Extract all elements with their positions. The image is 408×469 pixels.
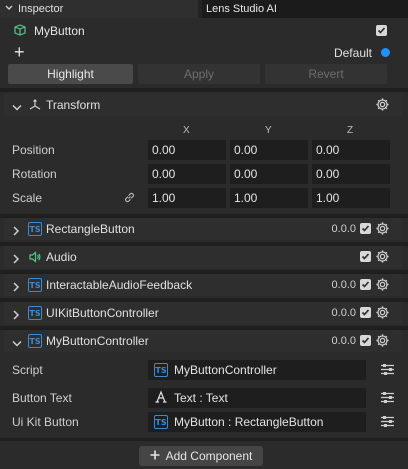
scene-object-icon	[14, 23, 26, 39]
ui-kit-button-field[interactable]: TS MyButton : RectangleButton	[148, 412, 366, 432]
gear-icon[interactable]	[375, 97, 390, 115]
ui-kit-button-label: Ui Kit Button	[12, 415, 79, 429]
chevron-right-icon[interactable]	[12, 225, 20, 239]
chevron-right-icon[interactable]	[12, 281, 20, 295]
component-enabled-checkbox[interactable]	[360, 223, 371, 234]
chevron-down-icon[interactable]	[12, 337, 22, 351]
tab-lens-studio-ai[interactable]: Lens Studio AI	[202, 0, 408, 18]
ts-script-icon: TS	[154, 363, 168, 377]
axis-z-label: Z	[347, 125, 354, 136]
scale-label: Scale	[12, 191, 43, 205]
rotation-label: Rotation	[12, 167, 57, 181]
script-field[interactable]: TS MyButtonController	[148, 360, 366, 380]
chevron-right-icon[interactable]	[12, 253, 20, 267]
ts-script-icon: TS	[154, 415, 168, 429]
ts-script-icon: TS	[28, 222, 42, 236]
object-header: MyButton	[0, 20, 408, 42]
script-value: MyButtonController	[174, 363, 277, 377]
rotation-z-field[interactable]: 0.00	[312, 164, 390, 184]
layer-label[interactable]: Default	[334, 46, 372, 60]
ts-script-icon: TS	[28, 334, 42, 348]
object-name[interactable]: MyButton	[34, 24, 85, 38]
component-header-audio[interactable]: Audio	[4, 246, 402, 268]
axis-x-label: X	[183, 125, 190, 136]
gear-icon[interactable]	[375, 333, 390, 351]
component-enabled-checkbox[interactable]	[360, 279, 371, 290]
component-header-interactableaudiofeedback[interactable]: TS InteractableAudioFeedback 0.0.0	[4, 274, 402, 296]
tab-inspector[interactable]: Inspector	[0, 0, 198, 18]
transform-title: Transform	[46, 98, 101, 112]
component-title: RectangleButton	[46, 222, 135, 236]
component-header-uikitbuttoncontroller[interactable]: TS UIKitButtonController 0.0.0	[4, 302, 402, 324]
rotation-y-field[interactable]: 0.00	[230, 164, 308, 184]
component-header-mybuttoncontroller[interactable]: TS MyButtonController 0.0.0	[4, 330, 402, 352]
speaker-icon	[28, 250, 42, 267]
scale-y-field[interactable]: 1.00	[230, 188, 308, 208]
field-options-icon[interactable]	[381, 364, 394, 378]
gear-icon[interactable]	[375, 221, 390, 239]
component-enabled-checkbox[interactable]	[360, 307, 371, 318]
object-enabled-checkbox[interactable]	[376, 25, 387, 36]
script-label: Script	[12, 363, 43, 377]
component-title: MyButtonController	[46, 334, 149, 348]
component-title: UIKitButtonController	[46, 306, 159, 320]
component-version: 0.0.0	[331, 335, 356, 347]
component-header-rectanglebutton[interactable]: TS RectangleButton 0.0.0	[4, 218, 402, 240]
position-label: Position	[12, 143, 55, 157]
transform-icon	[28, 98, 42, 115]
add-component-button[interactable]: Add Component	[139, 446, 263, 466]
tab-inspector-label: Inspector	[18, 3, 64, 15]
field-options-icon[interactable]	[381, 416, 394, 430]
ts-script-icon: TS	[28, 278, 42, 292]
button-text-field[interactable]: Text : Text	[148, 388, 366, 408]
ts-script-icon: TS	[28, 306, 42, 320]
link-icon[interactable]	[123, 191, 136, 207]
rotation-x-field[interactable]: 0.00	[148, 164, 226, 184]
highlight-button[interactable]: Highlight	[8, 64, 133, 84]
divider	[0, 88, 408, 92]
collapse-arrow-icon[interactable]	[4, 2, 14, 16]
position-z-field[interactable]: 0.00	[312, 140, 390, 160]
panel-tab-bar: Inspector Lens Studio AI	[0, 0, 408, 18]
add-plus-icon[interactable]: +	[14, 42, 25, 62]
component-title: InteractableAudioFeedback	[46, 278, 193, 292]
gear-icon[interactable]	[375, 249, 390, 267]
button-text-label: Button Text	[12, 391, 72, 405]
tab-ai-label: Lens Studio AI	[206, 3, 277, 15]
scale-x-field[interactable]: 1.00	[148, 188, 226, 208]
component-title: Audio	[46, 250, 77, 264]
add-component-label: Add Component	[165, 449, 253, 463]
prefab-buttons: Highlight Apply Revert	[8, 64, 402, 84]
component-enabled-checkbox[interactable]	[360, 251, 371, 262]
plus-icon	[150, 449, 160, 463]
axis-y-label: Y	[265, 125, 272, 136]
component-version: 0.0.0	[331, 279, 356, 291]
gear-icon[interactable]	[375, 277, 390, 295]
ui-kit-button-value: MyButton : RectangleButton	[174, 415, 324, 429]
button-text-value: Text : Text	[174, 391, 228, 405]
position-y-field[interactable]: 0.00	[230, 140, 308, 160]
divider	[0, 438, 408, 441]
revert-button[interactable]: Revert	[265, 64, 387, 84]
chevron-right-icon[interactable]	[12, 309, 20, 323]
chevron-down-icon[interactable]	[12, 101, 22, 115]
component-version: 0.0.0	[331, 223, 356, 235]
field-options-icon[interactable]	[381, 392, 394, 406]
component-enabled-checkbox[interactable]	[360, 335, 371, 346]
gear-icon[interactable]	[375, 305, 390, 323]
position-x-field[interactable]: 0.00	[148, 140, 226, 160]
text-icon	[154, 389, 168, 407]
layer-color-dot[interactable]	[381, 48, 390, 57]
scale-z-field[interactable]: 1.00	[312, 188, 390, 208]
transform-header[interactable]: Transform	[4, 94, 402, 116]
object-actions-row: + Default	[0, 42, 408, 62]
apply-button[interactable]: Apply	[138, 64, 260, 84]
component-version: 0.0.0	[331, 307, 356, 319]
